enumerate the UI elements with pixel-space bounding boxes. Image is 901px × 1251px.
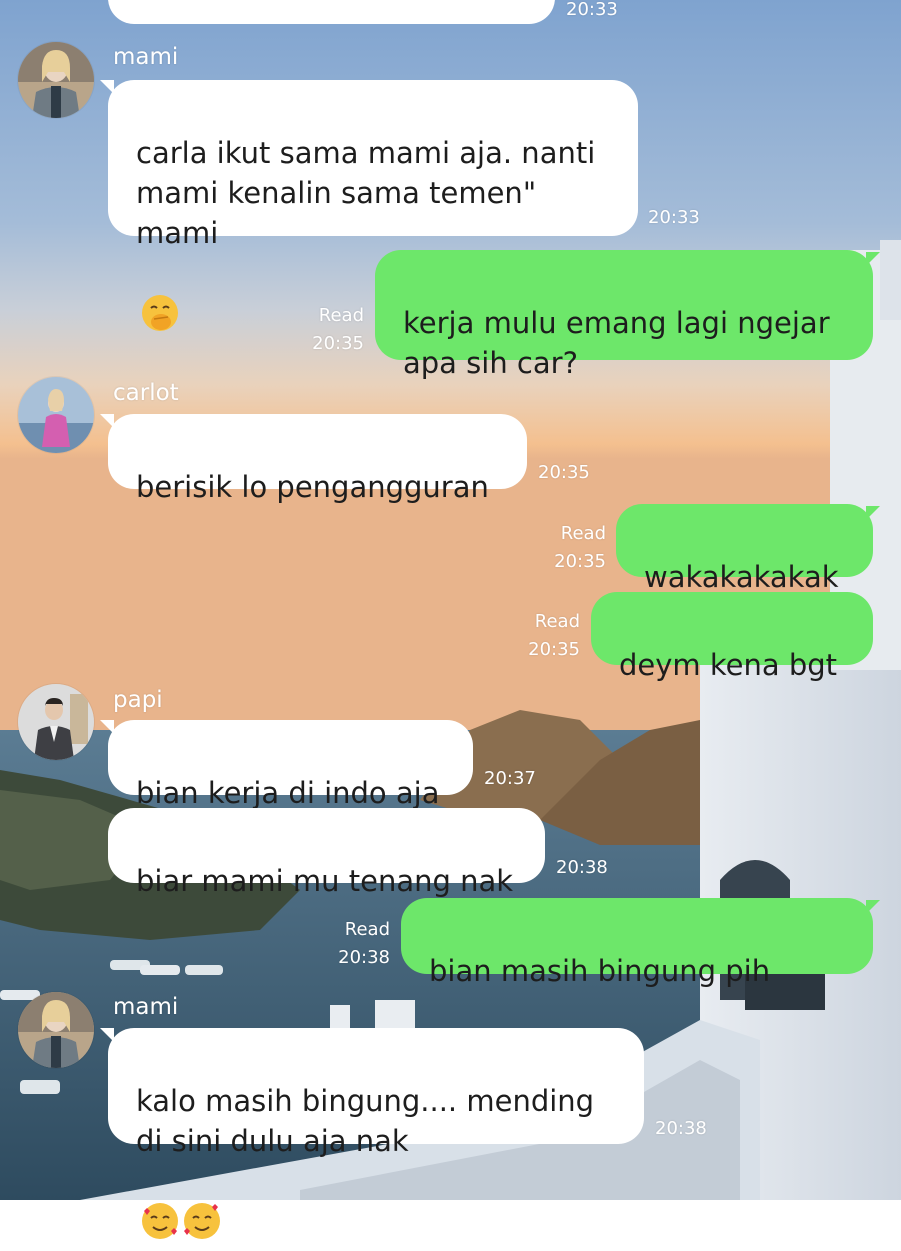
message-bubble-outgoing[interactable]: wakakakakak	[616, 504, 873, 594]
sender-name: papi	[113, 687, 163, 713]
read-status: Read	[344, 919, 390, 940]
message-time: 20:38	[338, 947, 390, 968]
message-text: bian masih bingung pih	[429, 954, 771, 988]
avatar-carlot[interactable]	[18, 377, 94, 453]
read-receipt: Read 20:35	[542, 520, 606, 576]
read-status: Read	[318, 305, 364, 326]
message-bubble-incoming[interactable]: kalo masih bingung.... mending di sini d…	[108, 1028, 644, 1239]
read-receipt: Read 20:35	[300, 302, 364, 358]
message-text: bian kerja di indo aja	[136, 776, 440, 810]
message-bubble-incoming[interactable]: carla ikut sama mami aja. nanti mami ken…	[108, 80, 638, 331]
message-text: biar mami mu tenang nak	[136, 864, 514, 898]
message-time: 20:35	[554, 551, 606, 572]
chat-thread: 20:33 mami carla ikut sama mami aja. nan…	[0, 0, 901, 1239]
avatar-mami[interactable]	[18, 42, 94, 118]
message-time: 20:35	[312, 333, 364, 354]
message-text: kerja mulu emang lagi ngejar apa sih car…	[403, 306, 830, 380]
sender-name: mami	[113, 44, 179, 70]
avatar-mami[interactable]	[18, 992, 94, 1068]
read-status: Read	[534, 611, 580, 632]
message-time: 20:38	[655, 1118, 707, 1139]
message-time: 20:38	[556, 857, 608, 878]
message-bubble-incoming[interactable]	[108, 0, 555, 24]
message-time: 20:33	[566, 0, 618, 20]
message-bubble-outgoing[interactable]: deym kena bgt	[591, 592, 873, 682]
message-time: 20:35	[538, 462, 590, 483]
message-bubble-outgoing[interactable]: kerja mulu emang lagi ngejar apa sih car…	[375, 250, 873, 380]
face-with-hand-over-mouth-icon	[140, 253, 180, 343]
sender-name: carlot	[113, 380, 179, 406]
message-text: carla ikut sama mami aja. nanti mami ken…	[136, 136, 596, 250]
message-bubble-outgoing[interactable]: bian masih bingung pih	[401, 898, 873, 1069]
smiling-face-with-hearts-icon	[140, 1161, 224, 1251]
message-bubble-incoming[interactable]: bian kerja di indo aja	[108, 720, 473, 810]
message-time: 20:35	[528, 639, 580, 660]
message-text: kalo masih bingung.... mending di sini d…	[136, 1084, 595, 1158]
message-text: berisik lo pengangguran	[136, 470, 489, 504]
read-receipt: Read 20:35	[516, 608, 580, 664]
message-text: wakakakakak	[644, 560, 839, 594]
message-bubble-incoming[interactable]: biar mami mu tenang nak	[108, 808, 545, 898]
read-status: Read	[560, 523, 606, 544]
message-text: deym kena bgt	[619, 648, 838, 682]
message-bubble-incoming[interactable]: berisik lo pengangguran	[108, 414, 527, 504]
read-receipt: Read 20:38	[326, 916, 390, 972]
message-time: 20:37	[484, 768, 536, 789]
sender-name: mami	[113, 994, 179, 1020]
message-time: 20:33	[648, 207, 700, 228]
avatar-papi[interactable]	[18, 684, 94, 760]
